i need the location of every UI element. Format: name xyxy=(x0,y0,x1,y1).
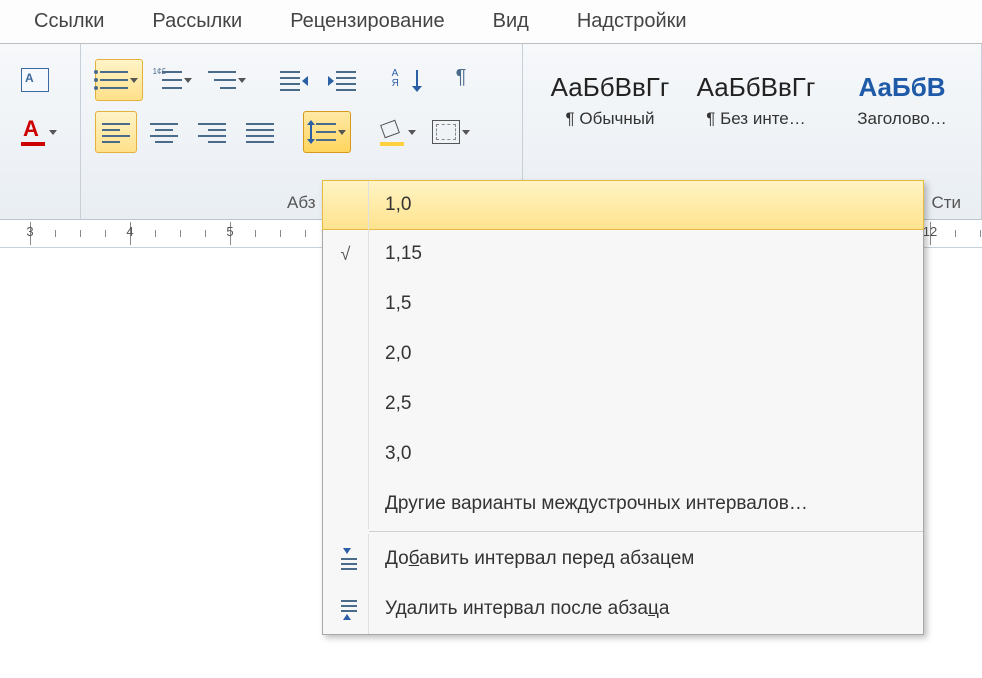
menu-item-label: Удалить интервал после абзаца xyxy=(385,598,669,620)
line-spacing-option-1-5[interactable]: 1,5 xyxy=(323,279,923,329)
sort-icon xyxy=(392,68,420,92)
show-paragraph-marks-button[interactable] xyxy=(445,59,487,101)
multilevel-list-icon xyxy=(208,68,236,92)
tab-mailings[interactable]: Рассылки xyxy=(128,0,266,43)
decrease-indent-icon xyxy=(280,68,308,92)
style-no-spacing[interactable]: АаБбВвГг ¶ Без инте… xyxy=(683,54,829,146)
line-spacing-button[interactable] xyxy=(303,111,351,153)
add-space-before-paragraph[interactable]: Добавить интервал перед абзацем xyxy=(323,534,923,584)
tab-view[interactable]: Вид xyxy=(469,0,553,43)
paint-bucket-icon xyxy=(378,120,406,144)
menu-gutter xyxy=(323,479,369,529)
remove-space-after-icon xyxy=(323,584,369,634)
increase-indent-icon xyxy=(328,68,356,92)
menu-item-label: Добавить интервал перед абзацем xyxy=(385,548,694,570)
line-spacing-option-2-0[interactable]: 2,0 xyxy=(323,329,923,379)
styles-group-label: Сти xyxy=(931,193,961,213)
ruler-mark: 3 xyxy=(26,224,33,239)
ribbon-tabs: Ссылки Рассылки Рецензирование Вид Надст… xyxy=(0,0,982,44)
menu-gutter xyxy=(323,429,369,479)
tab-review[interactable]: Рецензирование xyxy=(266,0,468,43)
ruler-mark: 5 xyxy=(226,224,233,239)
line-spacing-option-1-0[interactable]: 1,0 xyxy=(322,180,924,230)
borders-icon xyxy=(432,120,460,144)
character-box-icon xyxy=(21,68,49,92)
numbered-list-icon xyxy=(154,68,182,92)
ruler-mark: 12 xyxy=(923,224,937,239)
line-spacing-option-3-0[interactable]: 3,0 xyxy=(323,429,923,479)
font-color-icon xyxy=(19,120,47,144)
style-normal[interactable]: АаБбВвГг ¶ Обычный xyxy=(537,54,683,146)
bullet-list-button[interactable] xyxy=(95,59,143,101)
menu-item-label: 2,0 xyxy=(385,343,411,365)
menu-gutter xyxy=(323,181,369,229)
add-space-before-icon xyxy=(323,534,369,584)
tab-addins[interactable]: Надстройки xyxy=(553,0,711,43)
align-center-icon xyxy=(150,120,178,144)
style-preview: АаБбВвГг xyxy=(697,72,816,103)
align-right-icon xyxy=(198,120,226,144)
menu-gutter xyxy=(323,379,369,429)
line-spacing-menu: 1,0 √ 1,15 1,5 2,0 2,5 3,0 Другие вариан… xyxy=(322,180,924,635)
borders-button[interactable] xyxy=(427,111,475,153)
multilevel-list-button[interactable] xyxy=(203,59,251,101)
menu-item-label: 3,0 xyxy=(385,443,411,465)
align-center-button[interactable] xyxy=(143,111,185,153)
style-caption: ¶ Обычный xyxy=(566,109,655,129)
menu-item-label: 2,5 xyxy=(385,393,411,415)
menu-separator xyxy=(369,531,923,532)
remove-space-after-paragraph[interactable]: Удалить интервал после абзаца xyxy=(323,584,923,634)
style-preview: АаБбВвГг xyxy=(551,72,670,103)
style-caption: Заголово… xyxy=(857,109,947,129)
align-justify-button[interactable] xyxy=(239,111,281,153)
numbered-list-button[interactable] xyxy=(149,59,197,101)
style-heading1[interactable]: АаБбВ Заголово… xyxy=(829,54,975,146)
bullet-list-icon xyxy=(100,68,128,92)
tab-links[interactable]: Ссылки xyxy=(10,0,128,43)
line-spacing-option-2-5[interactable]: 2,5 xyxy=(323,379,923,429)
align-right-button[interactable] xyxy=(191,111,233,153)
menu-item-label: 1,15 xyxy=(385,243,422,265)
menu-item-label: 1,0 xyxy=(385,194,411,216)
style-preview: АаБбВ xyxy=(858,72,945,103)
ruler-mark: 4 xyxy=(126,224,133,239)
menu-gutter xyxy=(323,279,369,329)
decrease-indent-button[interactable] xyxy=(273,59,315,101)
increase-indent-button[interactable] xyxy=(321,59,363,101)
style-caption: ¶ Без инте… xyxy=(706,109,806,129)
font-color-button[interactable] xyxy=(14,111,62,153)
menu-item-label: 1,5 xyxy=(385,293,411,315)
align-justify-icon xyxy=(246,120,274,144)
menu-gutter xyxy=(323,329,369,379)
line-spacing-options-more[interactable]: Другие варианты междустрочных интервалов… xyxy=(323,479,923,529)
align-left-icon xyxy=(102,120,130,144)
sort-button[interactable] xyxy=(385,59,427,101)
line-spacing-option-1-15[interactable]: √ 1,15 xyxy=(323,229,923,279)
character-shading-button[interactable] xyxy=(14,59,56,101)
menu-item-label: Другие варианты междустрочных интервалов… xyxy=(385,493,808,515)
shading-button[interactable] xyxy=(373,111,421,153)
align-left-button[interactable] xyxy=(95,111,137,153)
line-spacing-icon xyxy=(308,120,336,144)
pilcrow-icon xyxy=(452,68,480,92)
checkmark-icon: √ xyxy=(323,229,369,279)
font-group-fragment xyxy=(0,44,81,219)
